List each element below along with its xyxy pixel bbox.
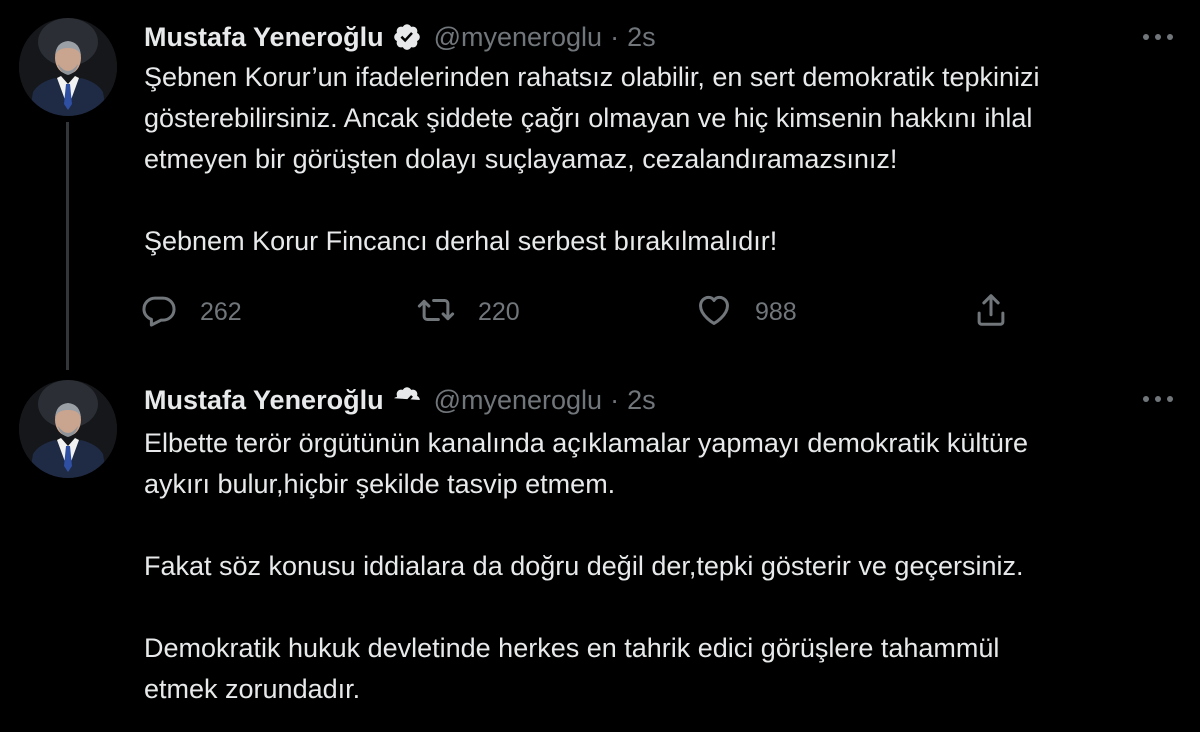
like-count: 988 [755,297,797,326]
tweet-header: Mustafa Yeneroğlu @myeneroglu · 2s [144,17,656,57]
heart-icon [695,291,733,334]
tweet-text-line: Şebnem Korur Fincancı derhal serbest bır… [144,226,778,256]
tweet-text-line: etmek zorundadır. [144,674,361,704]
avatar[interactable] [19,380,117,478]
tweet-text: Şebnen Korur’un ifadelerinden rahatsız o… [144,57,1174,262]
reply-icon [140,291,178,334]
tweet[interactable]: Mustafa Yeneroğlu @myeneroglu · 2s Şebne… [0,0,1200,370]
tweet-text-line: Elbette terör örgütünün kanalında açıkla… [144,428,1028,458]
more-options-icon[interactable] [1138,22,1178,52]
tweet-text-line: etmeyen bir görüşten dolayı suçlayamaz, … [144,144,898,174]
share-icon [972,291,1010,334]
retweet-button[interactable]: 220 [416,290,520,334]
author-name[interactable]: Mustafa Yeneroğlu [144,385,384,416]
retweet-icon [416,291,456,334]
more-options-icon[interactable] [1138,384,1178,414]
author-name[interactable]: Mustafa Yeneroğlu [144,22,384,53]
like-button[interactable]: 988 [695,290,797,334]
share-button[interactable] [972,290,1010,334]
tweet-text-line: aykırı bulur,hiçbir şekilde tasvip etmem… [144,469,616,499]
tweet-actions: 262 220 988 [140,290,1040,334]
verified-badge-icon [392,22,422,52]
timestamp[interactable]: 2s [627,385,656,416]
reply-count: 262 [200,297,242,326]
tweet[interactable]: Mustafa Yeneroğlu @myeneroglu · 2s Elbet… [0,370,1200,732]
tweet-text: Elbette terör örgütünün kanalında açıkla… [144,423,1174,710]
tweet-header: Mustafa Yeneroğlu @myeneroglu · 2s [144,380,656,420]
author-handle[interactable]: @myeneroglu [434,22,603,53]
reply-button[interactable]: 262 [140,290,242,334]
separator-dot: · [610,21,620,52]
tweet-text-line: Fakat söz konusu iddialara da doğru deği… [144,551,1024,581]
separator-dot: · [610,384,620,415]
tweet-text-line: Demokratik hukuk devletinde herkes en ta… [144,633,1000,663]
thread-line [66,122,69,370]
timestamp[interactable]: 2s [627,22,656,53]
verified-badge-icon [392,385,422,415]
tweet-text-line: Şebnen Korur’un ifadelerinden rahatsız o… [144,62,1040,92]
tweet-text-line: gösterebilirsiniz. Ancak şiddete çağrı o… [144,103,1033,133]
avatar[interactable] [19,18,117,116]
retweet-count: 220 [478,297,520,326]
author-handle[interactable]: @myeneroglu [434,385,603,416]
